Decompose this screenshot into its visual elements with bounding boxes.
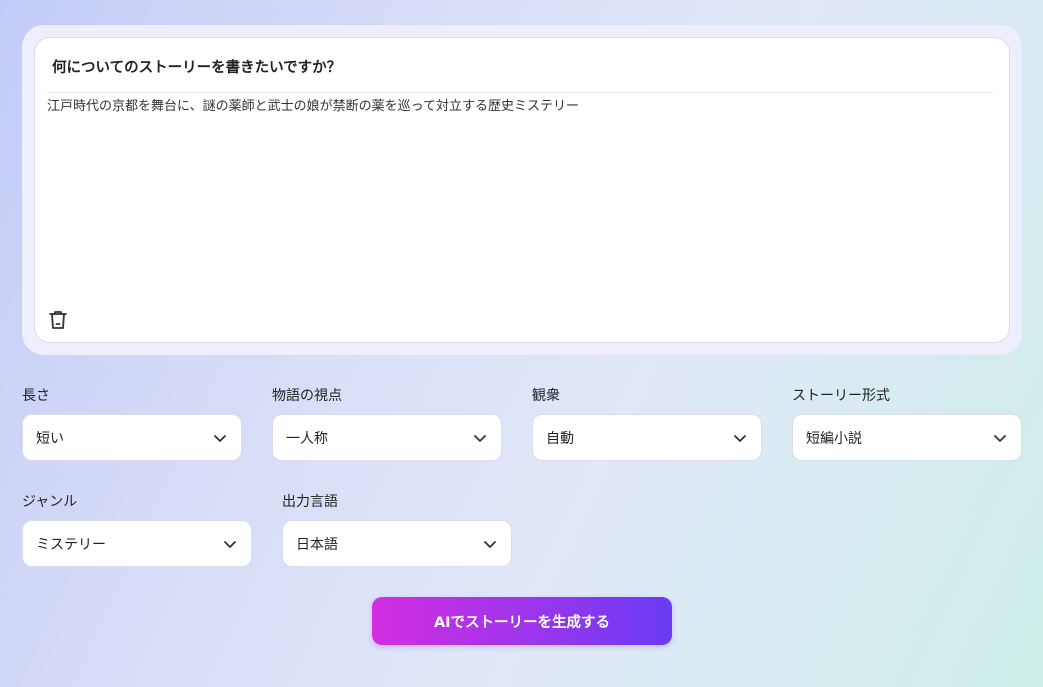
pov-select[interactable]: 一人称 <box>272 414 502 461</box>
pov-label: 物語の視点 <box>272 388 342 404</box>
length-value: 短い <box>36 430 64 447</box>
language-value: 日本語 <box>296 536 338 553</box>
language-label: 出力言語 <box>282 494 338 510</box>
generate-story-button[interactable]: AIでストーリーを生成する <box>372 597 672 645</box>
chevron-down-icon <box>734 434 746 442</box>
audience-select[interactable]: 自動 <box>532 414 762 461</box>
field-audience: 観衆 自動 <box>532 386 762 461</box>
field-length: 長さ 短い <box>22 386 242 461</box>
language-select[interactable]: 日本語 <box>282 520 512 567</box>
chevron-down-icon <box>224 540 236 548</box>
format-value: 短編小説 <box>806 430 862 447</box>
format-select[interactable]: 短編小説 <box>792 414 1022 461</box>
pov-value: 一人称 <box>286 430 328 447</box>
audience-value: 自動 <box>546 430 574 447</box>
field-language: 出力言語 日本語 <box>282 492 512 567</box>
prompt-card: 何についてのストーリーを書きたいですか？ 江戸時代の京都を舞台に、謎の薬師と武士… <box>22 25 1022 355</box>
genre-select[interactable]: ミステリー <box>22 520 252 567</box>
prompt-title: 何についてのストーリーを書きたいですか？ <box>52 60 342 76</box>
format-label: ストーリー形式 <box>792 388 890 404</box>
audience-label: 観衆 <box>532 388 560 404</box>
chevron-down-icon <box>474 434 486 442</box>
prompt-panel: 何についてのストーリーを書きたいですか？ 江戸時代の京都を舞台に、謎の薬師と武士… <box>34 37 1010 343</box>
chevron-down-icon <box>994 434 1006 442</box>
field-genre: ジャンル ミステリー <box>22 492 252 567</box>
genre-label: ジャンル <box>22 494 78 510</box>
chevron-down-icon <box>214 434 226 442</box>
chevron-down-icon <box>484 540 496 548</box>
field-format: ストーリー形式 短編小説 <box>792 386 1022 461</box>
field-pov: 物語の視点 一人称 <box>272 386 502 461</box>
length-select[interactable]: 短い <box>22 414 242 461</box>
genre-value: ミステリー <box>36 536 106 553</box>
prompt-divider <box>47 92 993 93</box>
length-label: 長さ <box>22 388 50 404</box>
story-prompt-textarea[interactable]: 江戸時代の京都を舞台に、謎の薬師と武士の娘が禁断の薬を巡って対立する歴史ミステリ… <box>47 98 993 298</box>
trash-icon[interactable] <box>48 309 68 331</box>
